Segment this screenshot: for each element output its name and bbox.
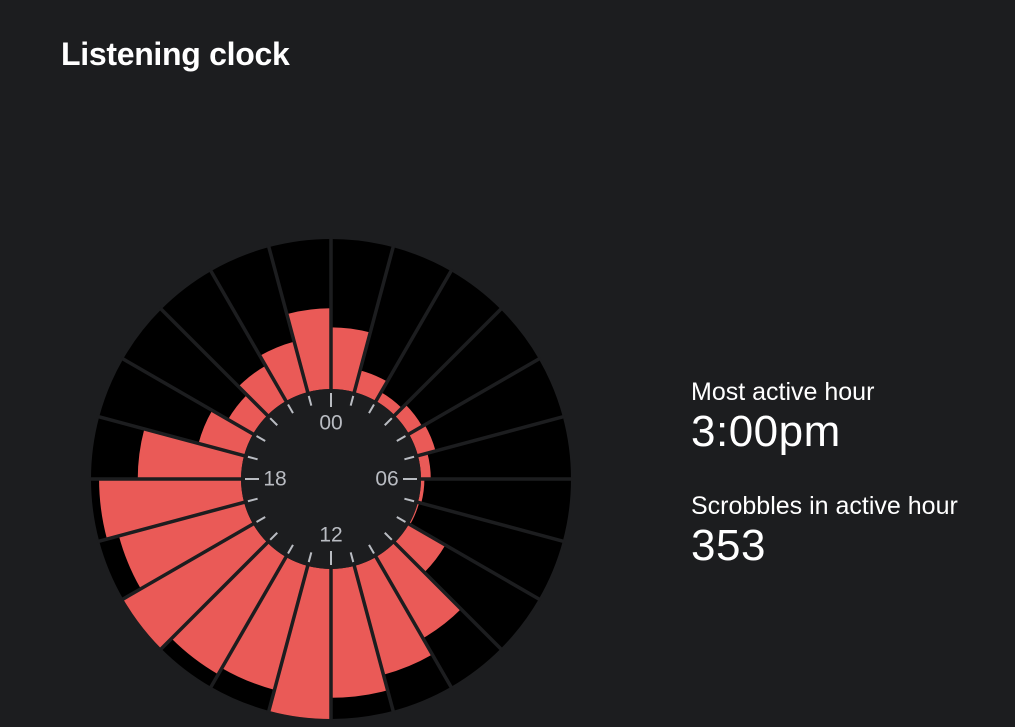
hour-label-18: 18 [263,468,286,491]
hour-label-12: 12 [319,524,342,547]
listening-clock-chart: 00 06 12 18 [89,237,573,721]
most-active-hour-value: 3:00pm [691,407,841,456]
stats-panel: Most active hour 3:00pm Scrobbles in act… [691,376,958,570]
most-active-hour-label: Most active hour [691,378,875,406]
scrobbles-value: 353 [691,521,766,570]
hour-label-00: 00 [319,412,342,435]
hour-label-06: 06 [375,468,398,491]
scrobbles-label: Scrobbles in active hour [691,492,958,520]
